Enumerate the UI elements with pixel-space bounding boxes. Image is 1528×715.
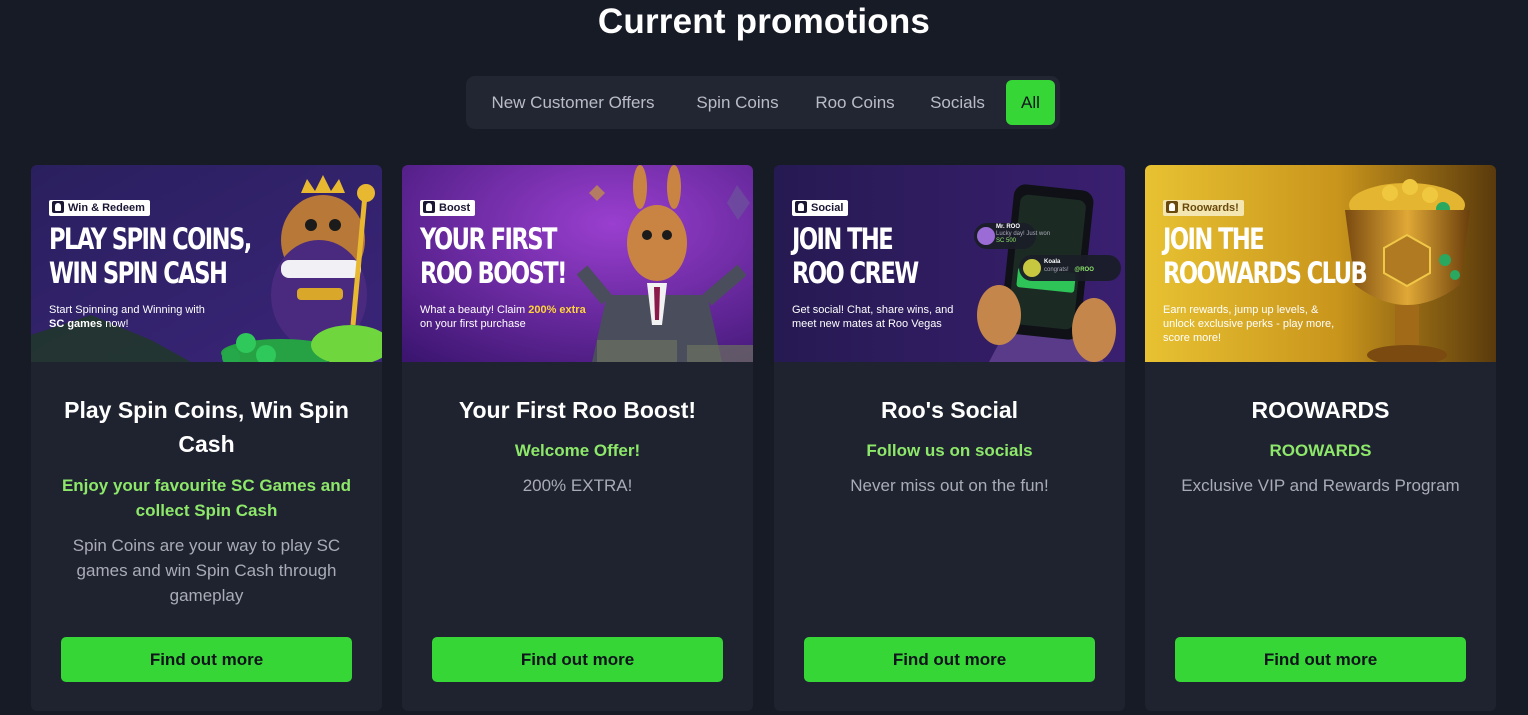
tab-all[interactable]: All — [1006, 80, 1055, 125]
find-out-more-button[interactable]: Find out more — [804, 637, 1095, 682]
chat-bubble-koala: Koala congrats! @ROO — [1044, 259, 1094, 273]
promo-banner[interactable]: Win & Redeem PLAY SPIN COINS, WIN SPIN C… — [31, 165, 382, 362]
card-description: Exclusive VIP and Rewards Program — [1181, 476, 1460, 495]
card-title: ROOWARDS — [1251, 397, 1390, 423]
card-subtitle: Welcome Offer! — [514, 441, 641, 460]
banner-blurb: Earn rewards, jump up levels, & unlock e… — [1163, 304, 1335, 344]
promo-badge: Roowards! — [1163, 200, 1244, 216]
promo-card-roowards: Roowards! JOIN THE ROOWARDS CLUB Earn re… — [1145, 165, 1496, 711]
promo-banner[interactable]: Mr. ROO Lucky day! Just won SC 500 Koala… — [774, 165, 1125, 362]
banner-blurb: Get social! Chat, share wins, and meet n… — [792, 304, 954, 330]
card-subtitle: Enjoy your favourite SC Games and collec… — [61, 476, 352, 520]
card-title: Roo's Social — [880, 397, 1019, 423]
tab-roo-coins[interactable]: Roo Coins — [801, 80, 909, 125]
find-out-more-button[interactable]: Find out more — [1175, 637, 1466, 682]
page-title: Current promotions — [597, 2, 931, 41]
roo-logo-icon — [52, 201, 64, 213]
card-title: Play Spin Coins, Win Spin Cash — [64, 397, 349, 457]
banner-headline: JOIN THE ROO CREW — [792, 222, 919, 290]
chat-bubble-mr-roo: Mr. ROO Lucky day! Just won SC 500 — [996, 224, 1051, 244]
promo-card-spin-coins: Win & Redeem PLAY SPIN COINS, WIN SPIN C… — [31, 165, 382, 711]
banner-blurb: Start Spinning and Winning with SC games… — [49, 304, 205, 330]
card-description: 200% EXTRA! — [522, 476, 633, 495]
roo-logo-icon — [795, 201, 807, 213]
promo-filter-tabs: New Customer Offers Spin Coins Roo Coins… — [466, 76, 1060, 129]
card-subtitle: ROOWARDS — [1269, 441, 1372, 460]
banner-headline: PLAY SPIN COINS, WIN SPIN CASH — [49, 222, 252, 290]
tab-socials[interactable]: Socials — [915, 80, 1000, 125]
tab-new-customer-offers[interactable]: New Customer Offers — [471, 80, 675, 125]
promo-badge: Win & Redeem — [49, 200, 150, 216]
card-subtitle: Follow us on socials — [866, 441, 1033, 460]
roo-logo-icon — [423, 201, 435, 213]
promo-badge: Boost — [420, 200, 476, 216]
promo-card-roo-social: Mr. ROO Lucky day! Just won SC 500 Koala… — [774, 165, 1125, 711]
roo-logo-icon — [1166, 201, 1178, 213]
promo-banner[interactable]: Roowards! JOIN THE ROOWARDS CLUB Earn re… — [1145, 165, 1496, 362]
banner-blurb: What a beauty! Claim 200% extra on your … — [420, 304, 586, 330]
card-description: Never miss out on the fun! — [850, 476, 1049, 495]
card-title: Your First Roo Boost! — [458, 397, 697, 423]
card-description: Spin Coins are your way to play SC games… — [72, 536, 341, 605]
banner-headline: YOUR FIRST ROO BOOST! — [420, 222, 567, 290]
promo-card-roo-boost: Boost YOUR FIRST ROO BOOST! What a beaut… — [402, 165, 753, 711]
tab-spin-coins[interactable]: Spin Coins — [681, 80, 794, 125]
banner-headline: JOIN THE ROOWARDS CLUB — [1163, 222, 1368, 290]
promo-badge: Social — [792, 200, 849, 216]
promo-banner[interactable]: Boost YOUR FIRST ROO BOOST! What a beaut… — [402, 165, 753, 362]
find-out-more-button[interactable]: Find out more — [432, 637, 723, 682]
find-out-more-button[interactable]: Find out more — [61, 637, 352, 682]
